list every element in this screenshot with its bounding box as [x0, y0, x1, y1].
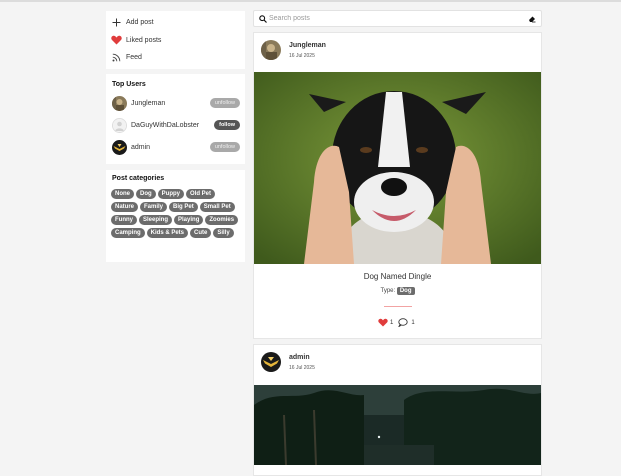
heart-icon — [111, 35, 122, 46]
top-border — [0, 0, 621, 2]
plus-icon — [111, 17, 122, 28]
top-users-title: Top Users — [112, 81, 146, 88]
nav-liked-posts-label: Liked posts — [126, 36, 162, 44]
like-heart-icon[interactable] — [378, 318, 388, 327]
post-date: 16 Jul 2025 — [289, 52, 315, 59]
post-card: Jungleman 16 Jul 2025 Dog Named Dingle T… — [253, 32, 542, 339]
unfollow-button[interactable]: unfollow — [209, 98, 240, 108]
post-type-badge[interactable]: Dog — [396, 287, 415, 295]
category-tag[interactable]: Puppy — [157, 189, 185, 199]
user-name[interactable]: admin — [131, 144, 210, 151]
category-tag[interactable]: Small Pet — [199, 202, 235, 212]
author-avatar[interactable] — [261, 40, 281, 60]
user-name[interactable]: DaGuyWithDaLobster — [131, 122, 214, 129]
like-count: 1 — [390, 319, 394, 326]
comment-bubble-icon[interactable] — [398, 318, 408, 327]
post-categories-card: Post categories None Dog Puppy Old Pet N… — [106, 170, 245, 262]
category-tag[interactable]: Family — [140, 202, 168, 212]
category-tag[interactable]: Sleeping — [139, 215, 173, 225]
top-users-card: Top Users Jungleman unfollow DaGuyWithDa… — [106, 74, 245, 164]
post-author[interactable]: Jungleman — [289, 42, 326, 49]
post-image[interactable] — [254, 385, 541, 465]
category-tag[interactable]: Cute — [190, 228, 212, 238]
post-divider — [384, 306, 412, 307]
category-tag[interactable]: Big Pet — [169, 202, 198, 212]
category-tag[interactable]: Camping — [111, 228, 145, 238]
post-date: 16 Jul 2025 — [289, 364, 315, 371]
category-tag[interactable]: Dog — [136, 189, 156, 199]
rss-feed-icon — [111, 52, 122, 63]
user-row: admin unfollow — [112, 139, 240, 155]
post-type-line: Type: Dog — [254, 287, 541, 295]
unfollow-button[interactable]: unfollow — [209, 142, 240, 152]
search-bar — [253, 10, 542, 27]
search-input[interactable] — [267, 15, 528, 22]
nav-feed[interactable]: Feed — [111, 50, 142, 64]
post-reactions: 1 1 — [378, 318, 415, 327]
category-tag[interactable]: Old Pet — [186, 189, 216, 199]
category-tag-list: None Dog Puppy Old Pet Nature Family Big… — [111, 189, 243, 238]
nav-liked-posts[interactable]: Liked posts — [111, 33, 161, 47]
post-type-label: Type: — [380, 288, 396, 294]
avatar[interactable] — [112, 95, 127, 111]
category-tag[interactable]: Kids & Pets — [146, 228, 189, 238]
post-header: Jungleman 16 Jul 2025 — [261, 40, 326, 60]
comment-count: 1 — [411, 319, 415, 326]
post-header: admin 16 Jul 2025 — [261, 352, 315, 372]
category-tag[interactable]: Silly — [213, 228, 234, 238]
author-avatar[interactable] — [261, 352, 281, 372]
nav-add-post-label: Add post — [126, 18, 154, 26]
post-categories-title: Post categories — [112, 175, 165, 182]
post-title[interactable]: Dog Named Dingle — [254, 272, 541, 281]
search-icon[interactable] — [259, 14, 267, 23]
nav-add-post[interactable]: Add post — [111, 15, 154, 29]
avatar-placeholder[interactable] — [112, 117, 127, 133]
category-tag[interactable]: Playing — [174, 215, 204, 225]
category-tag[interactable]: None — [111, 189, 134, 199]
category-tag[interactable]: Zoomies — [205, 215, 239, 225]
user-row: Jungleman unfollow — [112, 95, 240, 111]
follow-button[interactable]: follow — [214, 120, 240, 130]
nav-feed-label: Feed — [126, 53, 142, 61]
category-tag[interactable]: Nature — [111, 202, 139, 212]
eraser-icon[interactable] — [528, 15, 536, 23]
post-card: admin 16 Jul 2025 — [253, 344, 542, 476]
post-image[interactable] — [254, 72, 541, 264]
post-author[interactable]: admin — [289, 354, 315, 361]
nav-card: Add post Liked posts Feed — [106, 11, 245, 69]
avatar[interactable] — [112, 139, 127, 155]
user-row: DaGuyWithDaLobster follow — [112, 117, 240, 133]
user-name[interactable]: Jungleman — [131, 100, 210, 107]
category-tag[interactable]: Funny — [111, 215, 137, 225]
